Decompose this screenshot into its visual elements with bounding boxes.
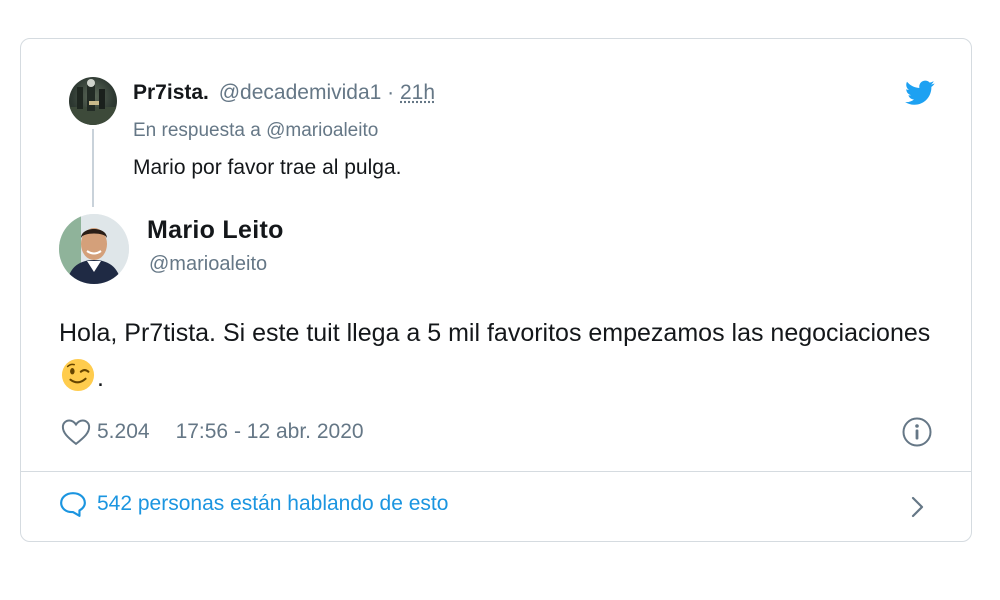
twitter-bird-icon[interactable] [905, 80, 935, 106]
tweet-meta-row: 5.204 17:56 - 12 abr. 2020 [61, 416, 364, 448]
tweet-text-end: . [97, 364, 104, 392]
reply-header: Pr7ista. @decademivida1 · 21h [133, 81, 435, 105]
speech-bubble-icon [60, 492, 86, 517]
thread-connector-line [92, 129, 94, 207]
footer-divider [21, 471, 971, 472]
in-reply-to-prefix: En respuesta a [133, 120, 261, 141]
in-reply-to-handle[interactable]: @marioaleito [266, 120, 378, 141]
reply-separator: · [387, 81, 395, 104]
reply-text: Mario por favor trae al pulga. [133, 156, 402, 179]
author-handle[interactable]: @marioaleito [149, 253, 267, 276]
author-avatar[interactable] [59, 214, 129, 284]
tweet-text: Hola, Pr7tista. Si este tuit llega a 5 m… [59, 311, 939, 401]
winking-face-emoji [61, 358, 95, 392]
in-reply-to-line: En respuesta a @marioaleito [133, 120, 378, 142]
like-count: 5.204 [97, 420, 150, 443]
reply-avatar-image [69, 79, 117, 125]
tweet-text-main: Hola, Pr7tista. Si este tuit llega a 5 m… [59, 319, 931, 347]
reply-author-name[interactable]: Pr7ista. [133, 81, 209, 104]
heart-icon[interactable] [61, 418, 91, 446]
conversation-link[interactable]: 542 personas están hablando de esto [59, 491, 448, 517]
conversation-text: 542 personas están hablando de esto [97, 492, 449, 515]
reply-author-handle[interactable]: @decademivida1 [219, 81, 382, 104]
tweet-embed-card: Pr7ista. @decademivida1 · 21h En respues… [20, 38, 972, 542]
author-name[interactable]: Mario Leito [147, 216, 284, 245]
author-avatar-image [59, 214, 129, 284]
like-button[interactable]: 5.204 [61, 418, 150, 446]
reply-time[interactable]: 21h [400, 81, 435, 104]
info-icon[interactable] [901, 416, 933, 448]
reply-author-avatar[interactable] [69, 77, 117, 125]
tweet-timestamp[interactable]: 17:56 - 12 abr. 2020 [176, 420, 364, 444]
reply-meta: @decademivida1 · 21h [219, 81, 435, 104]
chevron-right-icon[interactable] [907, 495, 927, 519]
